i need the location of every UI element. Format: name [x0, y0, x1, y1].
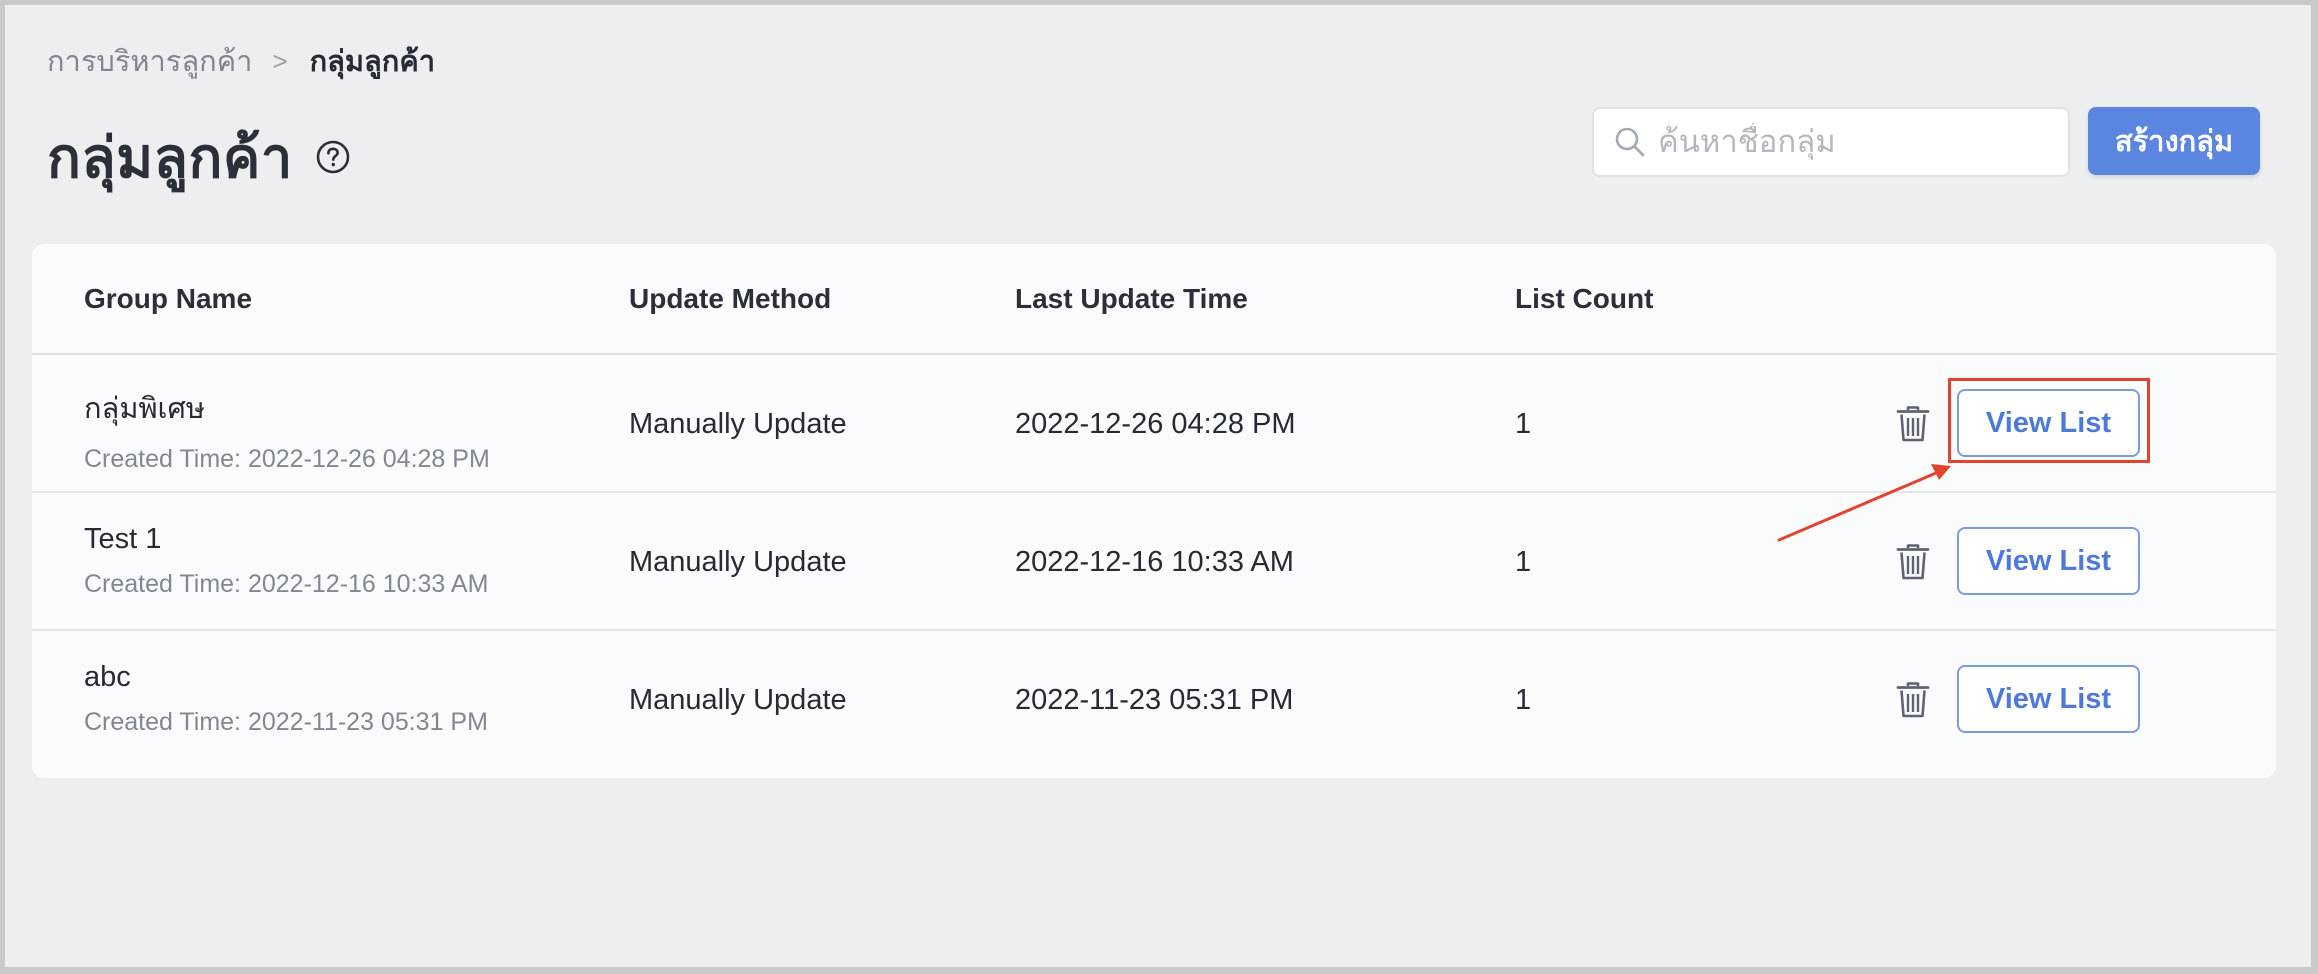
created-time: Created Time: 2022-11-23 05:31 PM — [84, 708, 488, 736]
created-time: Created Time: 2022-12-16 10:33 AM — [84, 570, 489, 598]
page-frame: การบริหารลูกค้า > กลุ่มลูกค้า กลุ่มลูกค้… — [5, 5, 2311, 967]
breadcrumb-separator: > — [272, 45, 288, 76]
group-name: abc — [84, 661, 131, 693]
table-row: abc Created Time: 2022-11-23 05:31 PM Ma… — [32, 631, 2276, 769]
list-count: 1 — [1515, 684, 1532, 716]
column-header-update-method: Update Method — [629, 283, 832, 314]
trash-icon[interactable] — [1896, 543, 1930, 581]
breadcrumb-customer-management[interactable]: การบริหารลูกค้า — [47, 38, 252, 84]
page-title: กลุ่มลูกค้า — [47, 125, 293, 189]
group-name-cell: กลุ่มพิเศษ Created Time: 2022-12-26 04:2… — [84, 385, 490, 474]
group-name-cell: Test 1 Created Time: 2022-12-16 10:33 AM — [84, 523, 488, 599]
view-list-button[interactable]: View List — [1957, 527, 2140, 595]
breadcrumb-current: กลุ่มลูกค้า — [309, 46, 436, 78]
update-method: Manually Update — [629, 684, 847, 716]
breadcrumb: การบริหารลูกค้า > กลุ่มลูกค้า — [47, 41, 435, 81]
group-name: Test 1 — [84, 523, 162, 555]
question-circle-icon[interactable] — [315, 139, 351, 175]
table-header: Group Name Update Method Last Update Tim… — [32, 244, 2276, 355]
group-name: กลุ่มพิเศษ — [84, 393, 205, 425]
update-method: Manually Update — [629, 546, 847, 578]
created-time: Created Time: 2022-12-26 04:28 PM — [84, 445, 490, 473]
list-count: 1 — [1515, 546, 1532, 578]
column-header-group-name: Group Name — [84, 283, 253, 314]
group-name-cell: abc Created Time: 2022-11-23 05:31 PM — [84, 661, 488, 737]
column-header-last-update-time: Last Update Time — [1015, 283, 1248, 314]
annotation-highlight-box — [1948, 378, 2150, 463]
title-row: กลุ่มลูกค้า — [47, 117, 351, 197]
last-update-time: 2022-12-16 10:33 AM — [1015, 546, 1294, 578]
create-group-button[interactable]: สร้างกลุ่ม — [2088, 107, 2260, 175]
update-method: Manually Update — [629, 408, 847, 440]
list-count: 1 — [1515, 408, 1532, 440]
last-update-time: 2022-12-26 04:28 PM — [1015, 408, 1296, 440]
trash-icon[interactable] — [1896, 681, 1930, 719]
column-header-list-count: List Count — [1515, 283, 1654, 314]
annotation-arrow-icon — [1777, 464, 1951, 542]
search-box[interactable] — [1592, 107, 2070, 177]
trash-icon[interactable] — [1896, 405, 1930, 443]
search-input[interactable] — [1656, 123, 2060, 161]
search-icon — [1615, 127, 1645, 157]
last-update-time: 2022-11-23 05:31 PM — [1015, 684, 1294, 716]
view-list-button[interactable]: View List — [1957, 665, 2140, 733]
